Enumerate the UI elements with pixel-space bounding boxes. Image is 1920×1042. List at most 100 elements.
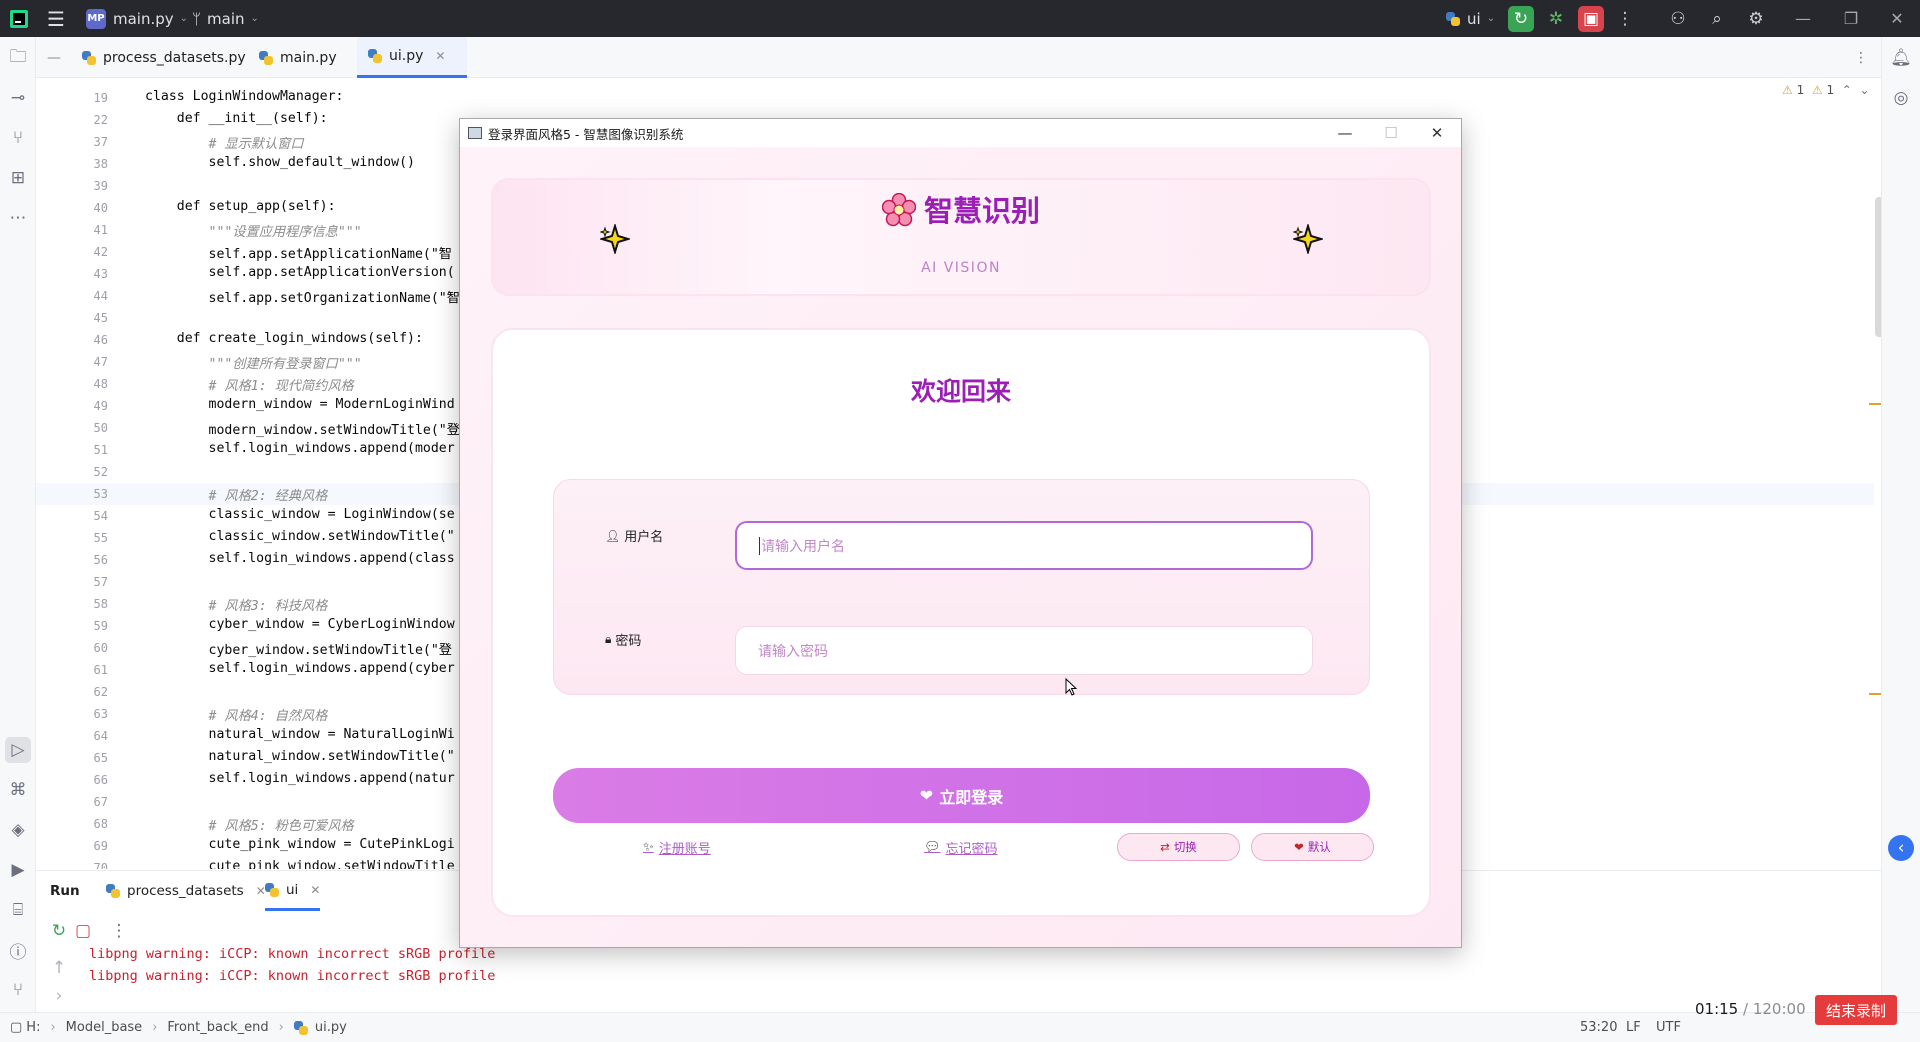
code-line[interactable]: self.app.setApplicationName("智 bbox=[145, 243, 452, 262]
run-config-selector[interactable]: ui ⌄ bbox=[1446, 0, 1495, 37]
close-icon[interactable]: ✕ bbox=[435, 49, 445, 63]
scroll-up-icon[interactable]: ↑ bbox=[46, 955, 72, 981]
notifications-bell-icon[interactable]: 🔔︎ bbox=[1888, 45, 1914, 71]
chevron-up-icon[interactable]: ⌃ bbox=[1842, 83, 1852, 97]
code-line[interactable]: self.app.setOrganizationName("智 bbox=[145, 287, 460, 306]
close-icon[interactable]: ✕ bbox=[1874, 0, 1920, 37]
code-line[interactable]: # 风格3: 科技风格 bbox=[145, 595, 328, 614]
maximize-icon[interactable]: ☐ bbox=[1368, 119, 1414, 147]
code-line[interactable]: def __init__(self): bbox=[145, 111, 328, 126]
code-line[interactable]: self.show_default_window() bbox=[145, 155, 415, 170]
code-line[interactable]: modern_window = ModernLoginWind bbox=[145, 397, 455, 412]
code-line[interactable]: natural_window.setWindowTitle(" bbox=[145, 749, 455, 764]
warning-stripe-marker[interactable] bbox=[1869, 403, 1881, 405]
default-style-button[interactable]: ❤ 默认 bbox=[1251, 833, 1374, 861]
tab-ui[interactable]: ui.py ✕ bbox=[357, 37, 467, 78]
code-line[interactable]: cute_pink_window = CutePinkLogi bbox=[145, 837, 455, 852]
pull-requests-icon[interactable]: ⑂ bbox=[5, 125, 31, 151]
expand-icon[interactable]: › bbox=[46, 983, 72, 1009]
file-encoding[interactable]: UTF bbox=[1656, 1013, 1681, 1042]
services-icon[interactable]: ▶ bbox=[5, 857, 31, 883]
rerun-icon[interactable]: ↻ bbox=[1508, 6, 1534, 32]
caret-position[interactable]: 53:20 bbox=[1580, 1013, 1617, 1042]
close-icon[interactable]: ✕ bbox=[310, 883, 320, 897]
code-line[interactable]: cyber_window = CyberLoginWindow bbox=[145, 617, 455, 632]
inspection-widget[interactable]: ⚠ 1 ⚠ 1 ⌃ ⌄ bbox=[1782, 83, 1870, 97]
breadcrumb-item[interactable]: Front_back_end bbox=[167, 1020, 268, 1035]
code-line[interactable]: # 风格1: 现代简约风格 bbox=[145, 375, 354, 394]
more-options-icon[interactable]: ⋮ bbox=[106, 918, 132, 944]
maximize-icon[interactable]: ❐ bbox=[1828, 0, 1874, 37]
more-tools-icon[interactable]: ⋯ bbox=[5, 205, 31, 231]
stop-recording-button[interactable]: 结束录制 bbox=[1815, 995, 1897, 1025]
add-user-icon[interactable]: ⚇ bbox=[1665, 6, 1691, 32]
collapse-panel-icon[interactable]: ‹ bbox=[1888, 835, 1914, 861]
code-line[interactable]: def create_login_windows(self): bbox=[145, 331, 423, 346]
breadcrumb-item[interactable]: H: bbox=[26, 1020, 40, 1035]
run-tab-ui[interactable]: ui ✕ bbox=[265, 871, 321, 911]
project-folder-icon[interactable]: 🗀 bbox=[5, 45, 31, 71]
run-tool-icon[interactable]: ▷ bbox=[5, 737, 31, 763]
code-line[interactable]: """创建所有登录窗口""" bbox=[145, 353, 362, 372]
close-icon[interactable]: ✕ bbox=[1414, 119, 1460, 147]
search-icon[interactable]: ⌕ bbox=[1704, 6, 1730, 32]
breadcrumb-item[interactable]: ui.py bbox=[315, 1020, 347, 1035]
code-line[interactable]: self.login_windows.append(moder bbox=[145, 441, 455, 456]
username-input[interactable]: 请输入用户名 bbox=[735, 521, 1313, 570]
more-options-icon[interactable]: ⋮ bbox=[1612, 6, 1638, 32]
problems-icon[interactable]: ⓘ bbox=[5, 937, 31, 963]
line-separator[interactable]: LF bbox=[1626, 1013, 1641, 1042]
tab-scroll-icon[interactable]: — bbox=[47, 37, 61, 78]
register-link[interactable]: ✨︎ 注册账号 bbox=[643, 838, 711, 857]
code-line[interactable]: def setup_app(self): bbox=[145, 199, 336, 214]
code-line[interactable]: # 风格2: 经典风格 bbox=[145, 485, 328, 504]
code-line[interactable]: classic_window = LoginWindow(se bbox=[145, 507, 455, 522]
code-line[interactable]: # 显示默认窗口 bbox=[145, 133, 304, 152]
login-window-title-bar[interactable]: 登录界面风格5 - 智慧图像识别系统 — ☐ ✕ bbox=[460, 119, 1461, 147]
main-menu-icon[interactable]: ☰ bbox=[47, 0, 65, 37]
code-line[interactable]: natural_window = NaturalLoginWi bbox=[145, 727, 455, 742]
breadcrumb-item[interactable]: Model_base bbox=[66, 1020, 143, 1035]
rerun-icon[interactable]: ↻ bbox=[46, 918, 72, 944]
code-line[interactable]: self.login_windows.append(cyber bbox=[145, 661, 455, 676]
editor-scrollbar[interactable] bbox=[1875, 197, 1881, 337]
project-selector[interactable]: MP main.py ⌄ bbox=[86, 0, 188, 37]
code-line[interactable]: self.app.setApplicationVersion( bbox=[145, 265, 455, 280]
more-options-icon[interactable]: ⋮ bbox=[1854, 37, 1868, 78]
git-icon[interactable]: ⑂ bbox=[5, 977, 31, 1003]
code-line[interactable]: cute_pink_window.setWindowTitle bbox=[145, 859, 455, 869]
code-line[interactable]: classic_window.setWindowTitle(" bbox=[145, 529, 455, 544]
warning-stripe-marker[interactable] bbox=[1869, 693, 1881, 695]
forgot-password-link[interactable]: 💬︎ 忘记密码 bbox=[924, 838, 998, 857]
code-line[interactable]: class LoginWindowManager: bbox=[145, 89, 344, 104]
structure-icon[interactable]: ⊞ bbox=[5, 165, 31, 191]
code-line[interactable]: cyber_window.setWindowTitle("登 bbox=[145, 639, 452, 658]
switch-style-button[interactable]: ⇄ 切换 bbox=[1117, 833, 1240, 861]
settings-gear-icon[interactable]: ⚙ bbox=[1743, 6, 1769, 32]
code-line[interactable]: modern_window.setWindowTitle("登 bbox=[145, 419, 460, 438]
minimize-icon[interactable]: — bbox=[1780, 0, 1826, 37]
debug-icon[interactable]: ✲ bbox=[1543, 6, 1569, 32]
run-tab-process-datasets[interactable]: process_datasets ✕ bbox=[106, 871, 266, 911]
password-input[interactable]: 请输入密码 bbox=[735, 626, 1313, 675]
code-line[interactable]: # 风格4: 自然风格 bbox=[145, 705, 328, 724]
app-logo-icon[interactable] bbox=[10, 0, 28, 37]
brand-title: 智慧识别 bbox=[493, 188, 1429, 230]
python-console-icon[interactable]: ⌘ bbox=[5, 777, 31, 803]
branch-selector[interactable]: ᛘ main ⌄ bbox=[192, 0, 259, 37]
code-line[interactable]: """设置应用程序信息""" bbox=[145, 221, 362, 240]
layers-icon[interactable]: ◈ bbox=[5, 817, 31, 843]
stop-icon[interactable]: ▢ bbox=[70, 918, 96, 944]
terminal-icon[interactable]: ⌸ bbox=[5, 897, 31, 923]
code-line[interactable]: # 风格5: 粉色可爱风格 bbox=[145, 815, 354, 834]
ai-assistant-icon[interactable]: ◎ bbox=[1888, 85, 1914, 111]
stop-icon[interactable]: ▣ bbox=[1578, 6, 1604, 32]
commit-icon[interactable]: ⊸ bbox=[5, 85, 31, 111]
chevron-down-icon[interactable]: ⌄ bbox=[1859, 83, 1869, 97]
tab-process-datasets[interactable]: process_datasets.py bbox=[82, 37, 246, 78]
tab-main[interactable]: main.py bbox=[259, 37, 337, 78]
login-button[interactable]: ❤ 立即登录 bbox=[553, 768, 1370, 823]
minimize-icon[interactable]: — bbox=[1322, 119, 1368, 147]
code-line[interactable]: self.login_windows.append(natur bbox=[145, 771, 455, 786]
code-line[interactable]: self.login_windows.append(class bbox=[145, 551, 455, 566]
